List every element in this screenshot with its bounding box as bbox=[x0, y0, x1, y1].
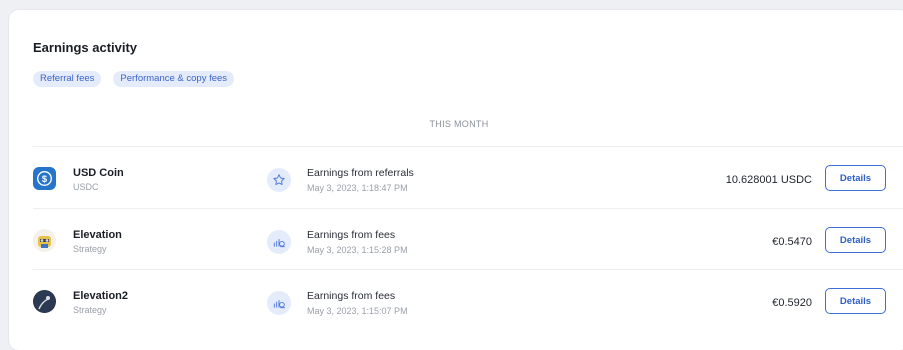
filter-chip-performance-copy-fees[interactable]: Performance & copy fees bbox=[113, 71, 235, 87]
asset-type: Strategy bbox=[73, 305, 107, 315]
earning-date: May 3, 2023, 1:15:28 PM bbox=[307, 245, 408, 255]
filter-chip-referral-fees[interactable]: Referral fees bbox=[33, 71, 102, 87]
earnings-row: Elevation2 Strategy Earnings from fees M… bbox=[9, 270, 903, 330]
earning-amount: €0.5920 bbox=[772, 297, 812, 309]
section-title: Earnings activity bbox=[33, 40, 138, 55]
earnings-row: $ USD Coin USDC Earnings from referrals … bbox=[9, 147, 903, 207]
filter-chips: Referral fees Performance & copy fees bbox=[33, 71, 235, 87]
asset-name: USD Coin bbox=[73, 167, 124, 179]
coins-chart-icon bbox=[267, 230, 291, 254]
star-icon bbox=[267, 168, 291, 192]
earning-amount: 10.628001 USDC bbox=[725, 174, 812, 186]
earning-type-label: Earnings from referrals bbox=[307, 167, 414, 179]
asset-name: Elevation2 bbox=[73, 290, 129, 302]
details-button[interactable]: Details bbox=[825, 227, 886, 253]
earnings-activity-card: Earnings activity Referral fees Performa… bbox=[9, 10, 903, 350]
details-button[interactable]: Details bbox=[825, 165, 886, 191]
earning-amount: €0.5470 bbox=[772, 236, 812, 248]
earning-date: May 3, 2023, 1:18:47 PM bbox=[307, 183, 408, 193]
usdc-coin-icon: $ bbox=[33, 167, 56, 190]
asset-name: Elevation bbox=[73, 229, 122, 241]
strategy-avatar-icon bbox=[33, 290, 56, 313]
earning-type-label: Earnings from fees bbox=[307, 290, 396, 302]
strategy-avatar-icon bbox=[33, 229, 56, 252]
earning-type-label: Earnings from fees bbox=[307, 229, 396, 241]
earning-date: May 3, 2023, 1:15:07 PM bbox=[307, 306, 408, 316]
coins-chart-icon bbox=[267, 291, 291, 315]
details-button[interactable]: Details bbox=[825, 288, 886, 314]
period-label: THIS MONTH bbox=[429, 119, 489, 129]
svg-text:$: $ bbox=[42, 174, 48, 184]
asset-ticker: USDC bbox=[73, 182, 99, 192]
earnings-row: Elevation Strategy Earnings from fees Ma… bbox=[9, 209, 903, 269]
asset-type: Strategy bbox=[73, 244, 107, 254]
